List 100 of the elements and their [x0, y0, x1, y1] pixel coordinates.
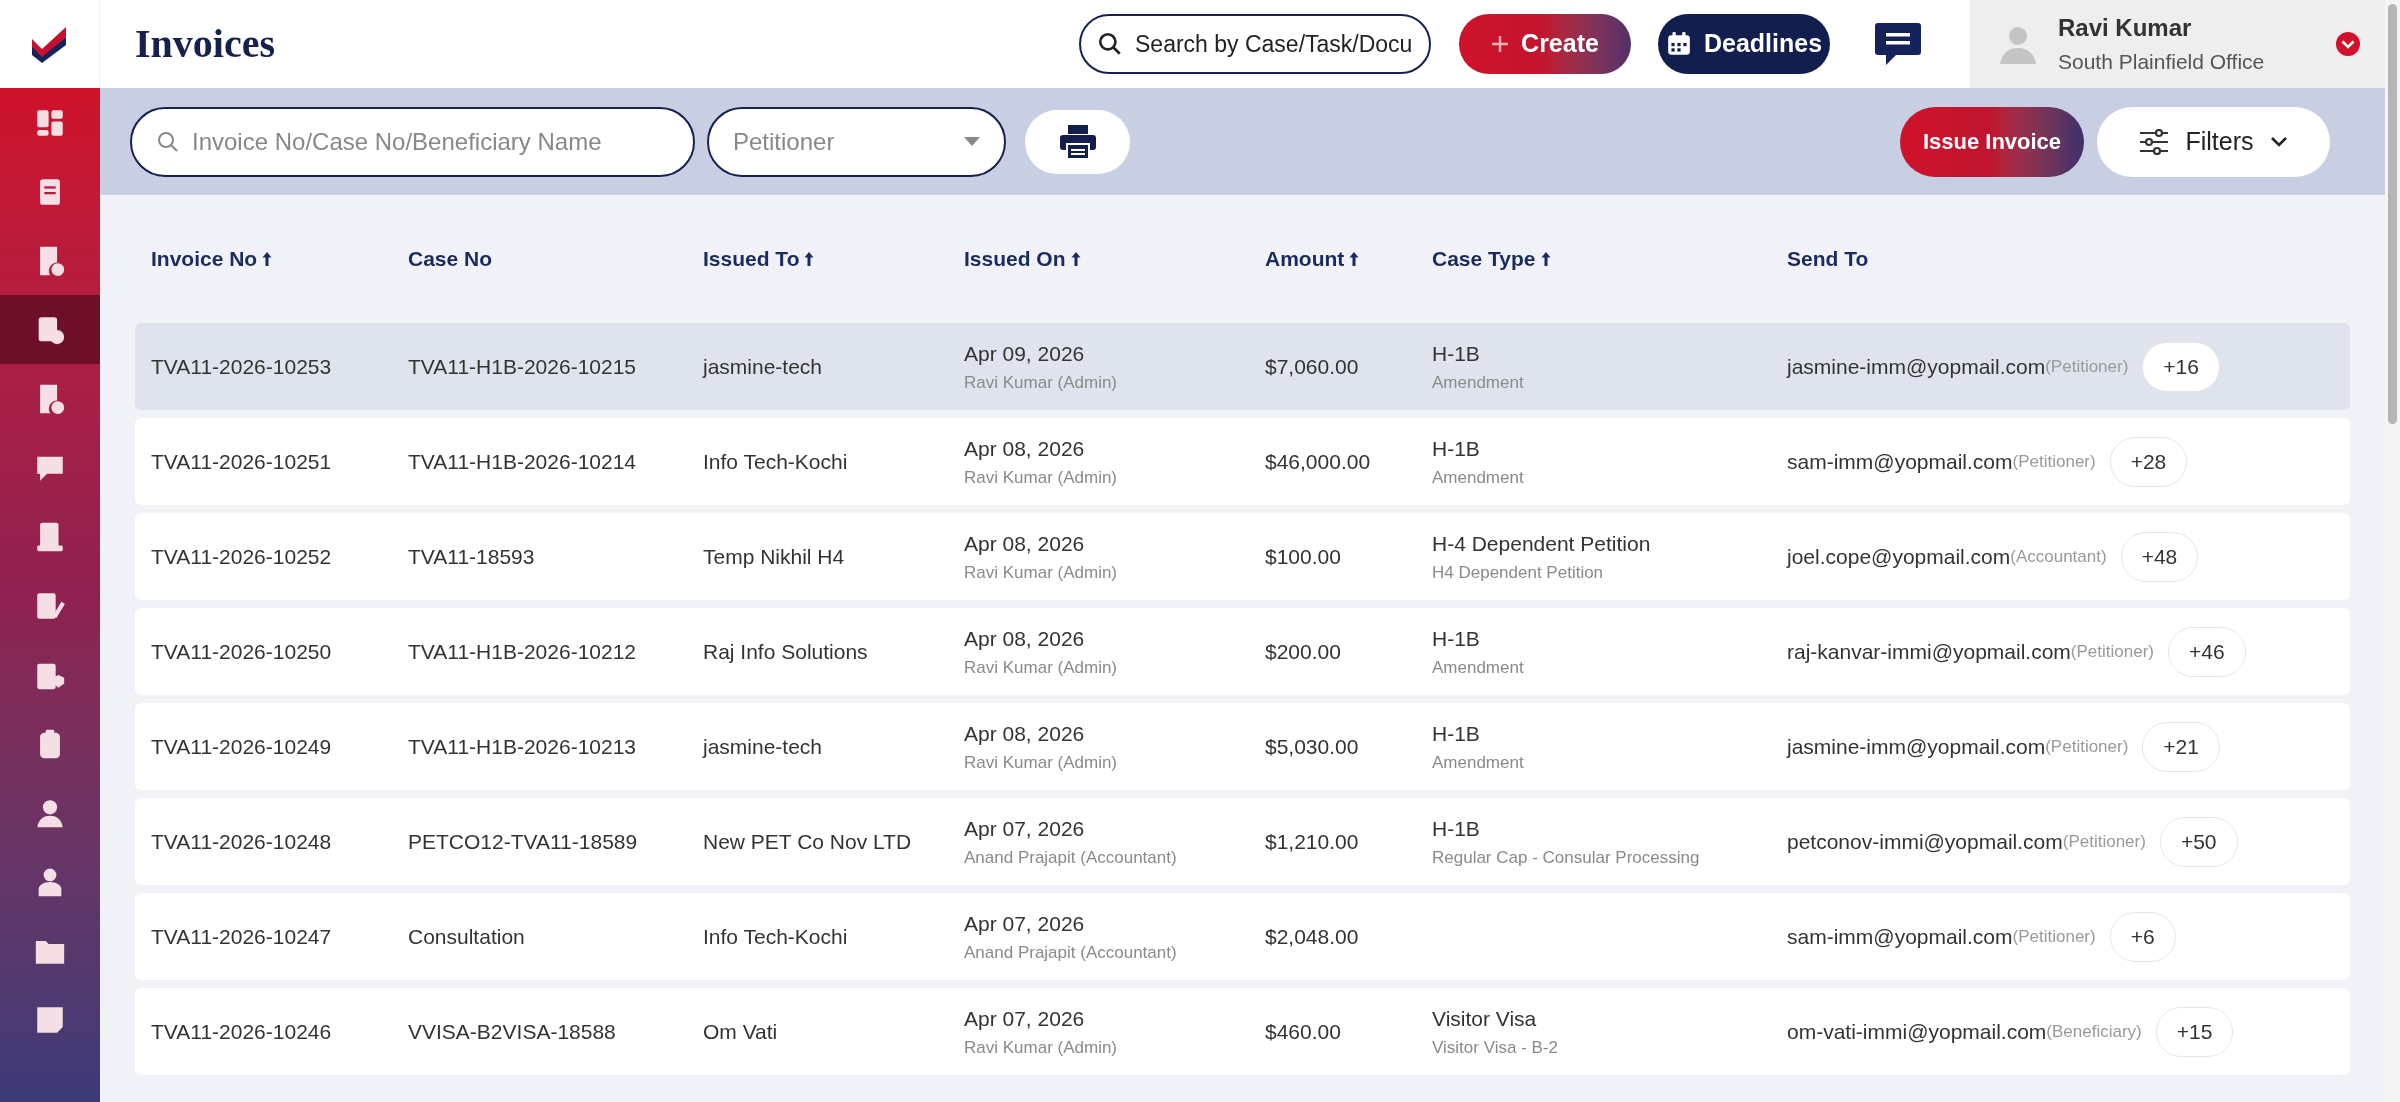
invoice-search-field[interactable]: Invoice No/Case No/Beneficiary Name — [130, 106, 695, 177]
issued-date: Apr 07, 2026 — [964, 816, 1086, 842]
issued-by: Ravi Kumar (Admin) — [964, 371, 1119, 394]
issued-date: Apr 07, 2026 — [964, 911, 1086, 937]
recipient-role: (Beneficiary) — [2046, 1020, 2142, 1043]
column-header[interactable]: Invoice No — [151, 243, 274, 275]
column-header[interactable]: Amount — [1265, 243, 1361, 275]
recipient-email: jasmine-imm@yopmail.com — [1787, 733, 2046, 760]
recipient-email: jasmine-imm@yopmail.com — [1787, 353, 2046, 380]
case-type: H-1B — [1432, 816, 1481, 842]
issued-to: jasmine-tech — [703, 733, 824, 760]
filters-button[interactable]: Filters — [2097, 106, 2330, 177]
sort-arrow-icon[interactable] — [803, 251, 816, 267]
invoice-number: TVA11-2026-10248 — [151, 828, 333, 855]
table-row[interactable]: TVA11-2026-10251 TVA11-H1B-2026-10214 Info Tech-Kochi Apr 08, 2026 Ravi Kumar (Admin) $46,000.00 H-1B Amendment sam-imm@yopmail.com(Petitioner) +28 — [135, 418, 2350, 505]
invoice-number: TVA11-2026-10250 — [151, 638, 333, 665]
more-recipients-button[interactable]: +6 — [2109, 911, 2176, 962]
sort-arrow-icon[interactable] — [261, 251, 274, 267]
recipient-email: om-vati-immi@yopmail.com — [1787, 1018, 2047, 1045]
case-subtype: Amendment — [1432, 371, 1525, 394]
deadlines-button[interactable]: Deadlines — [1658, 14, 1830, 74]
sliders-icon — [2139, 128, 2170, 155]
table-row[interactable]: TVA11-2026-10250 TVA11-H1B-2026-10212 Raj Info Solutions Apr 08, 2026 Ravi Kumar (Admin) $200.00 H-1B Amendment raj-kanvar-immi@yopmail.com(Petitioner) +46 — [135, 608, 2350, 695]
case-number: Consultation — [408, 923, 526, 950]
more-recipients-button[interactable]: +15 — [2155, 1006, 2234, 1057]
case-type: H-1B — [1432, 436, 1481, 462]
issued-date: Apr 08, 2026 — [964, 626, 1086, 652]
more-recipients-button[interactable]: +16 — [2142, 341, 2220, 392]
invoice-number: TVA11-2026-10247 — [151, 923, 333, 950]
case-number: TVA11-H1B-2026-10213 — [408, 733, 638, 760]
sort-arrow-icon[interactable] — [1539, 251, 1552, 267]
recipient-role: (Petitioner) — [2012, 450, 2096, 471]
recipient-role: (Accountant) — [2010, 545, 2107, 568]
more-recipients-button[interactable]: +28 — [2109, 436, 2188, 487]
recipient-email: joel.cope@yopmail.com — [1787, 543, 2011, 570]
more-recipients-button[interactable]: +21 — [2142, 721, 2220, 772]
amount: $46,000.00 — [1265, 448, 1372, 475]
case-type: H-1B — [1432, 721, 1481, 747]
plus-icon — [1491, 35, 1510, 53]
create-button[interactable]: Create — [1459, 14, 1631, 74]
table-row[interactable]: TVA11-2026-10252 TVA11-18593 Temp Nikhil H4 Apr 08, 2026 Ravi Kumar (Admin) $100.00 H-4 Dependent Petition H4 Dependent Petition joel.cope@yopmail.com(Accountant) +48 — [135, 513, 2350, 600]
scrollbar-thumb[interactable] — [2388, 4, 2397, 424]
more-recipients-button[interactable]: +48 — [2120, 531, 2199, 582]
case-subtype: Visitor Visa - B-2 — [1432, 1036, 1559, 1059]
column-header[interactable]: Issued On — [964, 243, 1082, 275]
amount: $100.00 — [1265, 543, 1342, 570]
table-row[interactable]: TVA11-2026-10247 Consultation Info Tech-Kochi Apr 07, 2026 Anand Prajapit (Accountant) $2,048.00 sam-imm@yopmail.com(Petitioner) +6 — [135, 893, 2350, 980]
column-header[interactable]: Case Type — [1432, 243, 1552, 275]
table-row[interactable]: TVA11-2026-10249 TVA11-H1B-2026-10213 jasmine-tech Apr 08, 2026 Ravi Kumar (Admin) $5,030.00 H-1B Amendment jasmine-imm@yopmail.com(Petitioner) +21 — [135, 703, 2350, 790]
issued-by: Ravi Kumar (Admin) — [964, 1036, 1119, 1059]
issued-date: Apr 07, 2026 — [964, 1006, 1086, 1032]
more-recipients-button[interactable]: +50 — [2159, 816, 2238, 867]
issued-by: Ravi Kumar (Admin) — [964, 561, 1119, 584]
issued-by: Anand Prajapit (Accountant) — [964, 846, 1178, 869]
recipient-email: petconov-immi@yopmail.com — [1787, 828, 2063, 855]
case-subtype: H4 Dependent Petition — [1432, 561, 1605, 584]
invoice-number: TVA11-2026-10246 — [151, 1018, 333, 1045]
sort-arrow-icon[interactable] — [1348, 251, 1361, 267]
column-header: Case No — [408, 246, 493, 273]
amount: $7,060.00 — [1265, 353, 1360, 380]
chat-icon[interactable] — [1874, 21, 1922, 67]
column-header[interactable]: Issued To — [703, 243, 816, 275]
recipient-email: sam-imm@yopmail.com — [1787, 448, 2013, 475]
case-number: TVA11-H1B-2026-10215 — [408, 353, 638, 380]
printer-icon — [1058, 123, 1097, 160]
invoice-number: TVA11-2026-10251 — [151, 448, 333, 475]
case-type: H-1B — [1432, 626, 1481, 652]
issued-by: Ravi Kumar (Admin) — [964, 466, 1119, 489]
recipient-role: (Petitioner) — [2070, 640, 2154, 661]
issued-date: Apr 08, 2026 — [964, 721, 1086, 747]
user-name: Ravi Kumar — [2058, 13, 2193, 44]
table-row[interactable]: TVA11-2026-10248 PETCO12-TVA11-18589 New PET Co Nov LTD Apr 07, 2026 Anand Prajapit (Accountant) $1,210.00 H-1B Regular Cap - Consular Processing petconov-immi@yopmail.com(Petitioner) +50 — [135, 798, 2350, 885]
issued-date: Apr 09, 2026 — [964, 341, 1086, 367]
more-recipients-button[interactable]: +46 — [2168, 626, 2246, 677]
case-number: PETCO12-TVA11-18589 — [408, 828, 639, 855]
case-number: TVA11-H1B-2026-10214 — [408, 448, 638, 475]
issued-to: Raj Info Solutions — [703, 638, 869, 665]
table-row[interactable]: TVA11-2026-10253 TVA11-H1B-2026-10215 jasmine-tech Apr 09, 2026 Ravi Kumar (Admin) $7,060.00 H-1B Amendment jasmine-imm@yopmail.com(Petitioner) +16 — [135, 323, 2350, 410]
case-subtype: Amendment — [1432, 751, 1525, 774]
sort-arrow-icon[interactable] — [1069, 251, 1082, 267]
search-field[interactable]: Search by Case/Task/Docu — [1079, 14, 1431, 74]
amount: $2,048.00 — [1265, 923, 1360, 950]
recipient-role: (Petitioner) — [2045, 735, 2129, 758]
invoice-number: TVA11-2026-10253 — [151, 353, 333, 380]
petitioner-select[interactable]: Petitioner — [707, 106, 1006, 177]
issued-to: Info Tech-Kochi — [703, 923, 849, 950]
chevron-down-icon[interactable] — [2335, 31, 2361, 57]
invoice-number: TVA11-2026-10252 — [151, 543, 333, 570]
issue-invoice-button[interactable]: Issue Invoice — [1900, 106, 2084, 177]
sidebar-item[interactable] — [0, 295, 100, 364]
table-row[interactable]: TVA11-2026-10246 VVISA-B2VISA-18588 Om Vati Apr 07, 2026 Ravi Kumar (Admin) $460.00 Visitor Visa Visitor Visa - B-2 om-vati-immi@yopmail.com(Beneficiary) +15 — [135, 988, 2350, 1075]
case-number: TVA11-H1B-2026-10212 — [408, 638, 638, 665]
issued-to: New PET Co Nov LTD — [703, 828, 913, 855]
recipient-role: (Petitioner) — [2012, 925, 2096, 946]
amount: $460.00 — [1265, 1018, 1342, 1045]
recipient-role: (Petitioner) — [2045, 355, 2129, 378]
issued-to: jasmine-tech — [703, 353, 824, 380]
issued-by: Anand Prajapit (Accountant) — [964, 941, 1178, 964]
case-subtype: Amendment — [1432, 466, 1525, 489]
invoice-number: TVA11-2026-10249 — [151, 733, 333, 760]
